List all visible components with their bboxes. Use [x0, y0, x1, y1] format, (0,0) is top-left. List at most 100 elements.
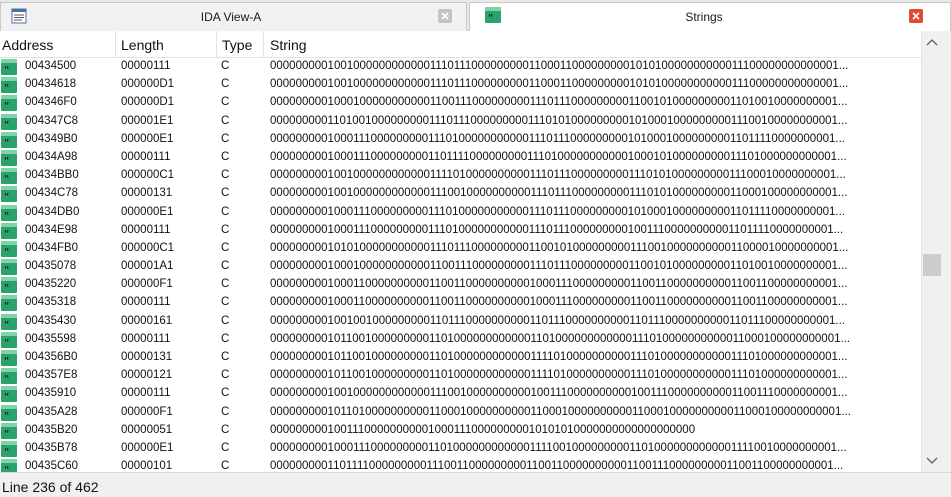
column-header-type[interactable]: Type [217, 31, 264, 58]
column-header-string[interactable]: String [264, 31, 921, 58]
cell-string: 0000000001011001000000000110100000000000… [270, 369, 848, 382]
cell-type: C [221, 241, 230, 254]
svg-text:": " [4, 356, 9, 366]
tab-strings[interactable]: " Strings [469, 2, 951, 32]
svg-text:": " [4, 338, 9, 348]
cell-address: 004347C8 [25, 114, 79, 127]
cell-string: 0000000001101001000000000111011100000000… [270, 114, 848, 127]
close-tab-button[interactable] [909, 9, 923, 23]
cell-type: C [221, 132, 230, 145]
table-header: Address Length Type String [0, 31, 921, 58]
cell-string: 0000000001001000000000000111101000000000… [270, 169, 846, 182]
table-row[interactable]: " 004349B0 000000E1 C 0000000001000111000000… [0, 131, 921, 149]
cell-length: 00000111 [121, 223, 171, 236]
string-icon: " [1, 168, 17, 185]
table-row[interactable]: " 004347C8 000001E1 C 0000000001101001000000… [0, 113, 921, 131]
string-icon: " [1, 404, 17, 421]
vertical-scrollbar[interactable] [921, 31, 951, 472]
table-row[interactable]: " 00434618 000000D1 C 0000000001001000000000… [0, 76, 921, 94]
svg-text:": " [4, 374, 9, 384]
cell-length: 00000111 [121, 296, 171, 309]
string-icon: " [1, 459, 17, 472]
cell-type: C [221, 169, 230, 182]
cell-string: 0000000001010100000000000111011100000000… [270, 241, 849, 254]
cell-string: 0000000001011001000000000110100000000000… [270, 332, 851, 345]
cell-address: 00435C60 [25, 460, 79, 472]
table-row[interactable]: " 00435220 000000F1 C 0000000001000110000000… [0, 276, 921, 294]
table-row[interactable]: " 00435C60 00000101 C 0000000001101111000000… [0, 458, 921, 472]
table-row[interactable]: " 004356B0 00000131 C 0000000001011001000000… [0, 349, 921, 367]
svg-text:": " [4, 174, 9, 184]
cell-string: 0000000001001001000000000110111000000000… [270, 314, 845, 327]
scrollbar-thumb[interactable] [923, 254, 941, 276]
cell-length: 00000161 [121, 314, 173, 327]
svg-text:": " [4, 265, 9, 275]
string-icon: " [1, 331, 17, 348]
table-row[interactable]: " 00434E98 00000111 C 0000000001000111000000… [0, 222, 921, 240]
cell-length: 00000111 [121, 332, 171, 345]
table-row[interactable]: " 00434FB0 000000C1 C 0000000001010100000000… [0, 240, 921, 258]
cell-length: 00000111 [121, 387, 171, 400]
table-row[interactable]: " 00435598 00000111 C 0000000001011001000000… [0, 331, 921, 349]
table-row[interactable]: " 00434A98 00000111 C 0000000001000111000000… [0, 149, 921, 167]
close-tab-button[interactable] [438, 9, 452, 23]
string-icon: " [1, 131, 17, 148]
table-row[interactable]: " 004346F0 000000D1 C 0000000001000100000000… [0, 94, 921, 112]
string-icon: " [1, 277, 17, 294]
cell-type: C [221, 332, 230, 345]
table-row[interactable]: " 00434BB0 000000C1 C 0000000001001000000000… [0, 167, 921, 185]
table-row[interactable]: " 00434500 00000111 C 0000000001001000000000… [0, 58, 921, 76]
cell-type: C [221, 260, 230, 273]
table-row[interactable]: " 00434C78 00000131 C 0000000001001000000000… [0, 185, 921, 203]
svg-text:": " [4, 138, 9, 148]
cell-address: 00434FB0 [25, 241, 79, 254]
tab-ida-view-a[interactable]: IDA View-A [0, 2, 467, 31]
string-icon: " [1, 259, 17, 276]
svg-text:": " [4, 429, 9, 439]
cell-string: 0000000001001000000000000111001000000000… [270, 387, 848, 400]
cell-length: 000001A1 [121, 260, 174, 273]
string-icon: " [1, 95, 17, 112]
svg-text:": " [4, 247, 9, 257]
string-icon: " [1, 440, 17, 457]
table-row[interactable]: " 004357E8 00000121 C 0000000001011001000000… [0, 367, 921, 385]
cell-address: 00435910 [25, 387, 77, 400]
table-row[interactable]: " 00435A28 000000F1 C 0000000001011010000000… [0, 404, 921, 422]
table-row[interactable]: " 00435318 00000111 C 0000000001000110000000… [0, 294, 921, 312]
svg-text:": " [4, 101, 9, 111]
cell-string: 0000000001000110000000000110011000000000… [270, 296, 848, 309]
table-row[interactable]: " 00435430 00000161 C 0000000001001001000000… [0, 313, 921, 331]
cell-length: 00000111 [121, 60, 171, 72]
svg-text:": " [4, 83, 9, 93]
svg-text:": " [4, 192, 9, 202]
cell-type: C [221, 387, 230, 400]
cell-type: C [221, 114, 230, 127]
scroll-down-arrow-icon[interactable] [922, 452, 951, 470]
cell-type: C [221, 369, 230, 382]
table-row[interactable]: " 00435B78 000000E1 C 0000000001000111000000… [0, 440, 921, 458]
string-icon: " [1, 368, 17, 385]
scroll-up-arrow-icon[interactable] [922, 33, 951, 51]
cell-length: 000000C1 [121, 241, 175, 254]
cell-length: 00000131 [121, 187, 173, 200]
cell-address: 00435B78 [25, 441, 78, 454]
svg-text:": " [4, 301, 9, 311]
cell-address: 00434618 [25, 78, 77, 91]
cell-length: 00000131 [121, 351, 173, 363]
cell-address: 00434E98 [25, 223, 78, 236]
svg-text:": " [4, 229, 9, 239]
column-header-address[interactable]: Address [0, 31, 116, 58]
column-header-length[interactable]: Length [116, 31, 217, 58]
status-bar: Line 236 of 462 [0, 472, 951, 497]
svg-text:": " [4, 120, 9, 130]
cell-string: 0000000001011001000000000110100000000000… [270, 351, 848, 363]
svg-text:": " [4, 320, 9, 330]
svg-text:": " [4, 65, 9, 75]
table-row[interactable]: " 00435078 000001A1 C 0000000001000100000000… [0, 258, 921, 276]
table-row[interactable]: " 00435910 00000111 C 0000000001001000000000… [0, 385, 921, 403]
string-icon: " [1, 422, 17, 439]
cell-string: 0000000001001000000000000111011100000000… [270, 60, 849, 72]
cell-length: 000000C1 [121, 169, 175, 182]
table-row[interactable]: " 00435B20 00000051 C 0000000001001110000000… [0, 422, 921, 440]
table-row[interactable]: " 00434DB0 000000E1 C 0000000001000111000000… [0, 204, 921, 222]
